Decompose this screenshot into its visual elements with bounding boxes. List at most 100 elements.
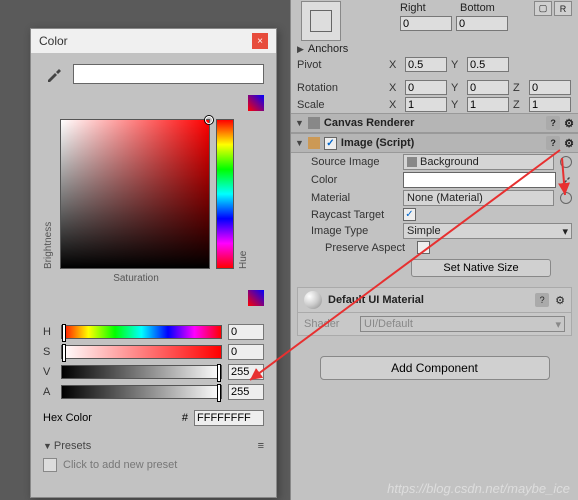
add-preset-label: Click to add new preset [63, 459, 177, 471]
hex-input[interactable] [194, 410, 264, 426]
saturation-axis-label: Saturation [61, 273, 211, 284]
a-input[interactable] [228, 384, 264, 400]
add-component-button[interactable]: Add Component [320, 356, 550, 380]
color-picker-title: Color [39, 34, 68, 48]
pivot-label: Pivot [297, 59, 385, 71]
eyedropper-icon[interactable] [560, 174, 572, 186]
shader-label: Shader [304, 318, 354, 330]
help-icon[interactable]: ? [546, 136, 560, 150]
bottom-label: Bottom [460, 2, 495, 14]
anchors-foldout[interactable]: ▶ Anchors [291, 42, 578, 56]
h-label: H [43, 326, 55, 338]
gear-icon[interactable]: ⚙ [564, 137, 574, 150]
close-icon[interactable]: × [252, 33, 268, 49]
a-slider[interactable] [61, 385, 222, 399]
rot-z-input[interactable] [529, 80, 571, 95]
color-preview-swatch [73, 64, 264, 84]
watermark-text: https://blog.csdn.net/maybe_ice [387, 481, 570, 496]
anchors-label: Anchors [308, 43, 348, 55]
scale-y-input[interactable] [467, 97, 509, 112]
pivot-x-input[interactable] [405, 57, 447, 72]
scale-label: Scale [297, 99, 385, 111]
s-slider[interactable] [61, 345, 222, 359]
hue-slider[interactable] [216, 119, 234, 269]
rot-x-input[interactable] [405, 80, 447, 95]
image-component-icon [308, 137, 320, 149]
brightness-axis-label: Brightness [43, 119, 54, 269]
v-input[interactable] [228, 364, 264, 380]
canvas-renderer-header[interactable]: ▼ Canvas Renderer ? ⚙ [291, 113, 578, 133]
color-picker-titlebar[interactable]: Color × [31, 29, 276, 53]
add-preset-button[interactable]: Click to add new preset [43, 458, 264, 472]
image-component-header[interactable]: ▼ ✓ Image (Script) ? ⚙ [291, 133, 578, 153]
a-label: A [43, 386, 55, 398]
rot-y-input[interactable] [467, 80, 509, 95]
color-picker-window: Color × Brightness Hue Saturation [30, 28, 277, 498]
s-input[interactable] [228, 344, 264, 360]
s-label: S [43, 346, 55, 358]
presets-menu-icon[interactable]: ≡ [258, 440, 264, 452]
imagetype-dropdown[interactable]: Simple ▾ [403, 223, 572, 239]
source-image-value: Background [420, 156, 479, 168]
color-prop-label: Color [311, 174, 399, 186]
hex-hash: # [182, 412, 188, 424]
sprite-icon [407, 157, 417, 167]
right-input[interactable] [400, 16, 452, 31]
raw-edit-button[interactable]: R [554, 1, 572, 16]
hex-label: Hex Color [43, 412, 92, 424]
rotation-label: Rotation [297, 82, 385, 94]
preset-empty-icon [43, 458, 57, 472]
saturation-value-picker[interactable] [60, 119, 210, 269]
material-card: Default UI Material ? ⚙ Shader UI/Defaul… [297, 287, 572, 336]
v-label: V [43, 366, 55, 378]
preserve-aspect-label: Preserve Aspect [325, 242, 413, 254]
set-native-size-button[interactable]: Set Native Size [411, 259, 551, 277]
shader-dropdown[interactable]: UI/Default ▾ [360, 316, 565, 332]
anchor-preset-button[interactable] [301, 1, 341, 41]
source-image-field[interactable]: Background [403, 154, 554, 170]
sv-cursor[interactable] [205, 116, 213, 124]
material-label: Material [311, 192, 399, 204]
raycast-label: Raycast Target [311, 209, 399, 221]
imagetype-value: Simple [407, 225, 441, 237]
object-picker-button[interactable] [560, 156, 572, 168]
color-field[interactable] [403, 172, 556, 188]
chevron-down-icon: ▼ [295, 138, 304, 148]
imagetype-label: Image Type [311, 225, 399, 237]
chevron-down-icon: ▼ [43, 441, 52, 451]
source-image-label: Source Image [311, 156, 399, 168]
image-component-title: Image (Script) [341, 137, 414, 149]
material-field[interactable]: None (Material) [403, 190, 554, 206]
canvas-renderer-title: Canvas Renderer [324, 117, 415, 129]
presets-label: Presets [54, 440, 91, 452]
gear-icon[interactable]: ⚙ [555, 294, 565, 307]
presets-foldout[interactable]: ▼ Presets ≡ [43, 440, 264, 452]
chevron-right-icon: ▶ [297, 44, 304, 55]
v-slider[interactable] [61, 365, 222, 379]
raycast-checkbox[interactable]: ✓ [403, 208, 416, 221]
gear-icon[interactable]: ⚙ [564, 117, 574, 130]
h-input[interactable] [228, 324, 264, 340]
right-label: Right [400, 2, 456, 14]
slider-mode-icon[interactable] [248, 290, 264, 306]
preserve-aspect-checkbox[interactable] [417, 241, 430, 254]
shader-value: UI/Default [364, 318, 413, 330]
color-mode-icon[interactable] [248, 95, 264, 111]
chevron-down-icon: ▼ [295, 118, 304, 128]
pivot-y-input[interactable] [467, 57, 509, 72]
blueprint-mode-button[interactable]: ▢ [534, 1, 552, 16]
h-slider[interactable] [61, 325, 222, 339]
material-value: None (Material) [407, 192, 483, 204]
canvas-renderer-icon [308, 117, 320, 129]
image-enabled-checkbox[interactable]: ✓ [324, 137, 337, 150]
help-icon[interactable]: ? [546, 116, 560, 130]
chevron-down-icon: ▾ [555, 318, 561, 331]
object-picker-button[interactable] [560, 192, 572, 204]
bottom-input[interactable] [456, 16, 508, 31]
scale-x-input[interactable] [405, 97, 447, 112]
scale-z-input[interactable] [529, 97, 571, 112]
help-icon[interactable]: ? [535, 293, 549, 307]
inspector-panel: stre Right Bottom ▢ R ▶ Anchors Pivot X … [290, 0, 578, 500]
eyedropper-icon[interactable] [43, 63, 65, 85]
material-preview-icon [304, 291, 322, 309]
